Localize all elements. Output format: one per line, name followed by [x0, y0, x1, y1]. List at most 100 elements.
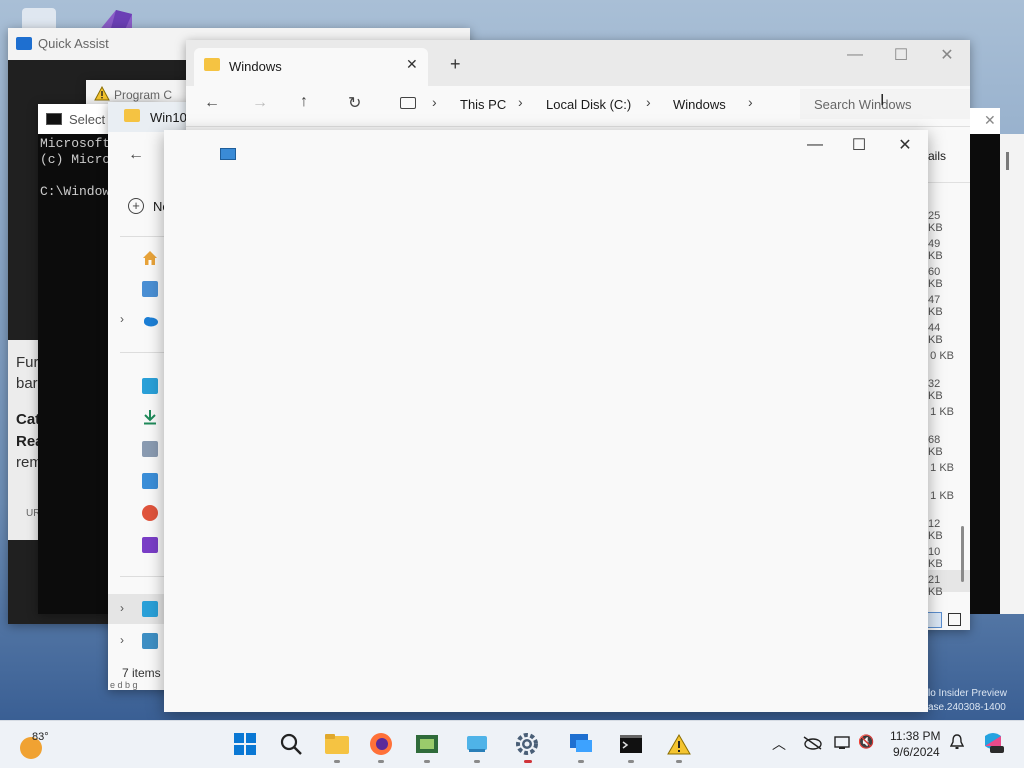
- music-icon[interactable]: [142, 505, 158, 521]
- divider: [186, 126, 970, 127]
- file-size: 60 KB: [928, 266, 943, 290]
- app-icon-green[interactable]: [412, 728, 442, 760]
- breadcrumb-local-disk[interactable]: Local Disk (C:): [546, 97, 631, 112]
- clock-date[interactable]: 9/6/2024: [893, 745, 940, 759]
- gallery-icon[interactable]: [142, 281, 158, 297]
- onedrive-icon[interactable]: [142, 314, 158, 330]
- background-window-right: ✕: [970, 108, 1009, 614]
- monitor-icon: [400, 97, 416, 109]
- tiles-view-icon[interactable]: [948, 613, 961, 626]
- file-size: 1 KB: [930, 462, 954, 474]
- explorer-main-tabbar[interactable]: Windows ✕ + — ☐ ✕: [186, 40, 970, 86]
- breadcrumb-this-pc[interactable]: This PC: [460, 97, 506, 112]
- notification-bell-icon[interactable]: [949, 734, 965, 755]
- app-icon-blue[interactable]: [462, 728, 492, 760]
- onedrive-tray-icon[interactable]: [802, 736, 822, 755]
- file-size: 0 KB: [930, 350, 954, 362]
- scrollbar-thumb[interactable]: [961, 526, 964, 582]
- breadcrumb-windows[interactable]: Windows: [673, 97, 726, 112]
- running-indicator: [334, 760, 340, 763]
- address-toolbar: ← → ↑ ↻ › This PC › Local Disk (C:) › Wi…: [186, 86, 970, 124]
- minimize-icon[interactable]: —: [832, 40, 878, 70]
- file-size: 32 KB: [928, 378, 943, 402]
- running-indicator-active: [524, 760, 532, 763]
- chevron-up-icon[interactable]: ︿: [772, 734, 786, 754]
- desktop-folder-icon[interactable]: [142, 378, 158, 394]
- warning-app-icon[interactable]: [664, 728, 694, 760]
- chevron-right-icon: ›: [646, 94, 651, 110]
- desktop: Quick Assist Fur bar Cat Rea rem UR Prog…: [0, 0, 1024, 720]
- maximize-icon[interactable]: ☐: [878, 40, 924, 70]
- this-pc-icon: [142, 601, 158, 617]
- background-window-right-titlebar[interactable]: ✕: [970, 108, 1000, 134]
- watermark-line-1: lo Insider Preview: [928, 688, 1007, 699]
- file-size: 21 KB: [928, 574, 943, 598]
- running-indicator: [424, 760, 430, 763]
- program-compat-title: Program C: [114, 88, 173, 102]
- firefox-icon[interactable]: [366, 728, 396, 760]
- divider: [928, 182, 970, 183]
- text-cursor-icon: I: [880, 92, 885, 109]
- status-item-count: 7 items: [122, 666, 161, 680]
- close-icon[interactable]: ✕: [882, 130, 928, 160]
- blank-app-window: — ☐ ✕: [164, 130, 928, 712]
- tab-windows[interactable]: Windows ✕: [194, 48, 428, 86]
- close-tab-icon[interactable]: ✕: [406, 56, 418, 73]
- minimize-icon[interactable]: —: [792, 130, 838, 160]
- chevron-right-icon: ›: [120, 601, 124, 615]
- clock-time[interactable]: 11:38 PM: [890, 729, 940, 743]
- running-indicator: [676, 760, 682, 763]
- pictures-icon[interactable]: [142, 473, 158, 489]
- weather-temp: 83°: [32, 731, 49, 743]
- network-tray-icon[interactable]: [834, 736, 850, 755]
- network-icon: [142, 633, 158, 649]
- back-arrow-icon[interactable]: ←: [128, 146, 144, 164]
- watermark-line-2: ase.240308-1400: [928, 702, 1006, 713]
- volume-muted-icon[interactable]: 🔇: [858, 734, 874, 750]
- file-size: 47 KB: [928, 294, 943, 318]
- file-size: 10 KB: [928, 546, 943, 570]
- folder-icon: [124, 109, 140, 122]
- maximize-icon[interactable]: ☐: [836, 130, 882, 160]
- close-icon[interactable]: ✕: [924, 40, 970, 70]
- details-view-icon[interactable]: [926, 612, 942, 628]
- chevron-right-icon: ›: [748, 94, 753, 110]
- start-icon[interactable]: [230, 728, 260, 760]
- search-box[interactable]: Search Windows: [800, 89, 970, 119]
- desktop-icon-recycle-bin[interactable]: [22, 8, 56, 30]
- settings-icon[interactable]: [512, 728, 542, 760]
- close-icon[interactable]: ✕: [984, 112, 996, 129]
- details-label[interactable]: ails: [928, 149, 946, 163]
- file-size: 1 KB: [930, 406, 954, 418]
- downloads-icon[interactable]: [142, 409, 158, 425]
- home-icon[interactable]: [142, 250, 158, 266]
- running-indicator: [378, 760, 384, 763]
- up-arrow-icon[interactable]: ↑: [300, 93, 308, 111]
- search-icon[interactable]: [276, 728, 306, 760]
- file-explorer-icon[interactable]: [322, 728, 352, 760]
- documents-icon[interactable]: [142, 441, 158, 457]
- file-size: 1 KB: [930, 490, 954, 502]
- running-indicator: [578, 760, 584, 763]
- quick-assist-app-icon: [16, 37, 32, 50]
- chevron-right-icon: ›: [518, 94, 523, 110]
- refresh-icon[interactable]: ↻: [348, 93, 361, 113]
- back-arrow-icon[interactable]: ←: [204, 94, 220, 112]
- scrollbar-thumb[interactable]: [1006, 152, 1009, 170]
- cmd-app-icon: [46, 113, 62, 125]
- new-tab-icon[interactable]: +: [450, 54, 461, 75]
- address-bar[interactable]: › This PC › Local Disk (C:) › Windows ›: [392, 88, 792, 120]
- copilot-icon[interactable]: [982, 732, 1004, 759]
- status-behind-text: e d b g: [110, 680, 138, 690]
- videos-icon[interactable]: [142, 537, 158, 553]
- weather-widget[interactable]: 83°: [18, 729, 68, 761]
- quick-assist-text-2: bar: [16, 375, 38, 392]
- tab-windows-label: Windows: [229, 59, 282, 74]
- file-size: 49 KB: [928, 238, 943, 262]
- running-indicator: [474, 760, 480, 763]
- forward-arrow-icon[interactable]: →: [252, 94, 268, 112]
- file-size: 12 KB: [928, 518, 943, 542]
- quick-assist-icon[interactable]: [566, 728, 596, 760]
- chevron-right-icon[interactable]: ›: [120, 312, 124, 326]
- terminal-icon[interactable]: [616, 728, 646, 760]
